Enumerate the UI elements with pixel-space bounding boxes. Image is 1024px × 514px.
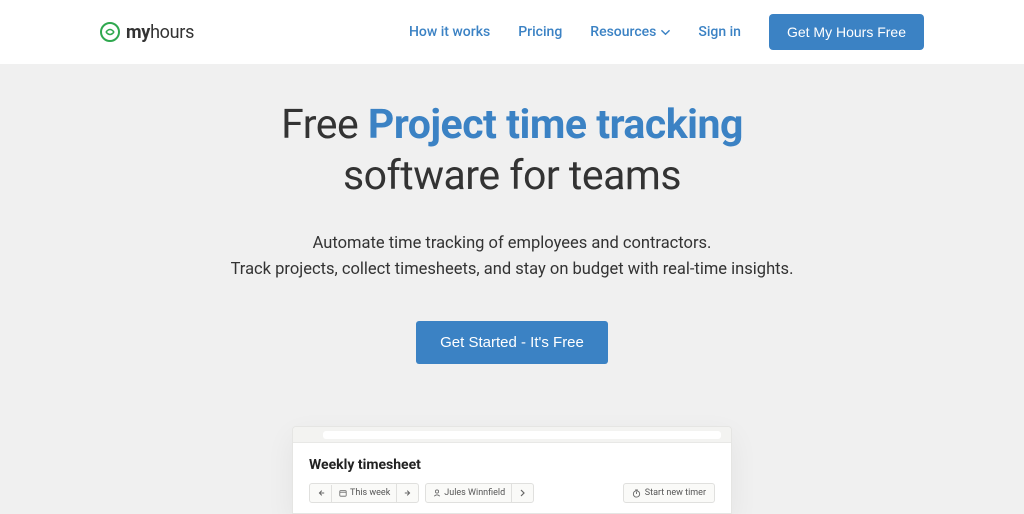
timer-icon xyxy=(632,489,641,498)
hero-section: Free Project time tracking software for … xyxy=(0,64,1024,514)
hero-title-pre: Free xyxy=(281,101,368,149)
hero-title-post: software for teams xyxy=(343,152,681,200)
main-nav: How it works Pricing Resources Sign in G… xyxy=(409,14,924,50)
nav-pricing[interactable]: Pricing xyxy=(518,24,562,40)
prev-week-button[interactable] xyxy=(310,485,332,502)
start-timer-button[interactable]: Start new timer xyxy=(623,483,715,503)
arrow-right-icon xyxy=(403,489,412,498)
preview-urlbar xyxy=(323,431,721,439)
caret-right-icon xyxy=(518,489,527,498)
week-label-button[interactable]: This week xyxy=(332,484,397,502)
preview-heading: Weekly timesheet xyxy=(309,457,715,473)
next-week-button[interactable] xyxy=(397,485,418,502)
start-timer-label: Start new timer xyxy=(645,488,706,498)
user-icon xyxy=(432,489,441,498)
preview-controls: This week Jules Winnfield xyxy=(309,483,715,503)
arrow-left-icon xyxy=(316,489,325,498)
logo-icon xyxy=(100,22,120,42)
site-header: myhours How it works Pricing Resources S… xyxy=(0,0,1024,64)
week-nav-group: This week xyxy=(309,483,419,503)
user-name-text: Jules Winnfield xyxy=(444,488,505,498)
hero-subtitle: Automate time tracking of employees and … xyxy=(0,231,1024,284)
hero-sub-line2: Track projects, collect timesheets, and … xyxy=(231,260,794,279)
user-selector[interactable]: Jules Winnfield xyxy=(425,483,534,503)
calendar-icon xyxy=(338,489,347,498)
app-preview: Weekly timesheet This week xyxy=(292,426,732,514)
hero-title-highlight: Project time tracking xyxy=(368,101,743,149)
logo[interactable]: myhours xyxy=(100,22,194,43)
hero-cta-wrap: Get Started - It's Free xyxy=(0,321,1024,364)
nav-resources-label: Resources xyxy=(590,24,656,40)
preview-titlebar xyxy=(293,427,731,443)
nav-how-it-works[interactable]: How it works xyxy=(409,24,490,40)
nav-sign-in[interactable]: Sign in xyxy=(698,24,741,40)
nav-resources[interactable]: Resources xyxy=(590,24,670,40)
chevron-down-icon xyxy=(661,28,670,37)
hero-sub-line1: Automate time tracking of employees and … xyxy=(313,234,712,253)
hero-title: Free Project time tracking software for … xyxy=(0,100,1024,203)
week-label-text: This week xyxy=(350,488,390,498)
logo-text: myhours xyxy=(126,22,194,43)
hero-cta-button[interactable]: Get Started - It's Free xyxy=(416,321,608,364)
header-cta-button[interactable]: Get My Hours Free xyxy=(769,14,924,50)
user-dropdown-toggle[interactable] xyxy=(512,485,533,502)
